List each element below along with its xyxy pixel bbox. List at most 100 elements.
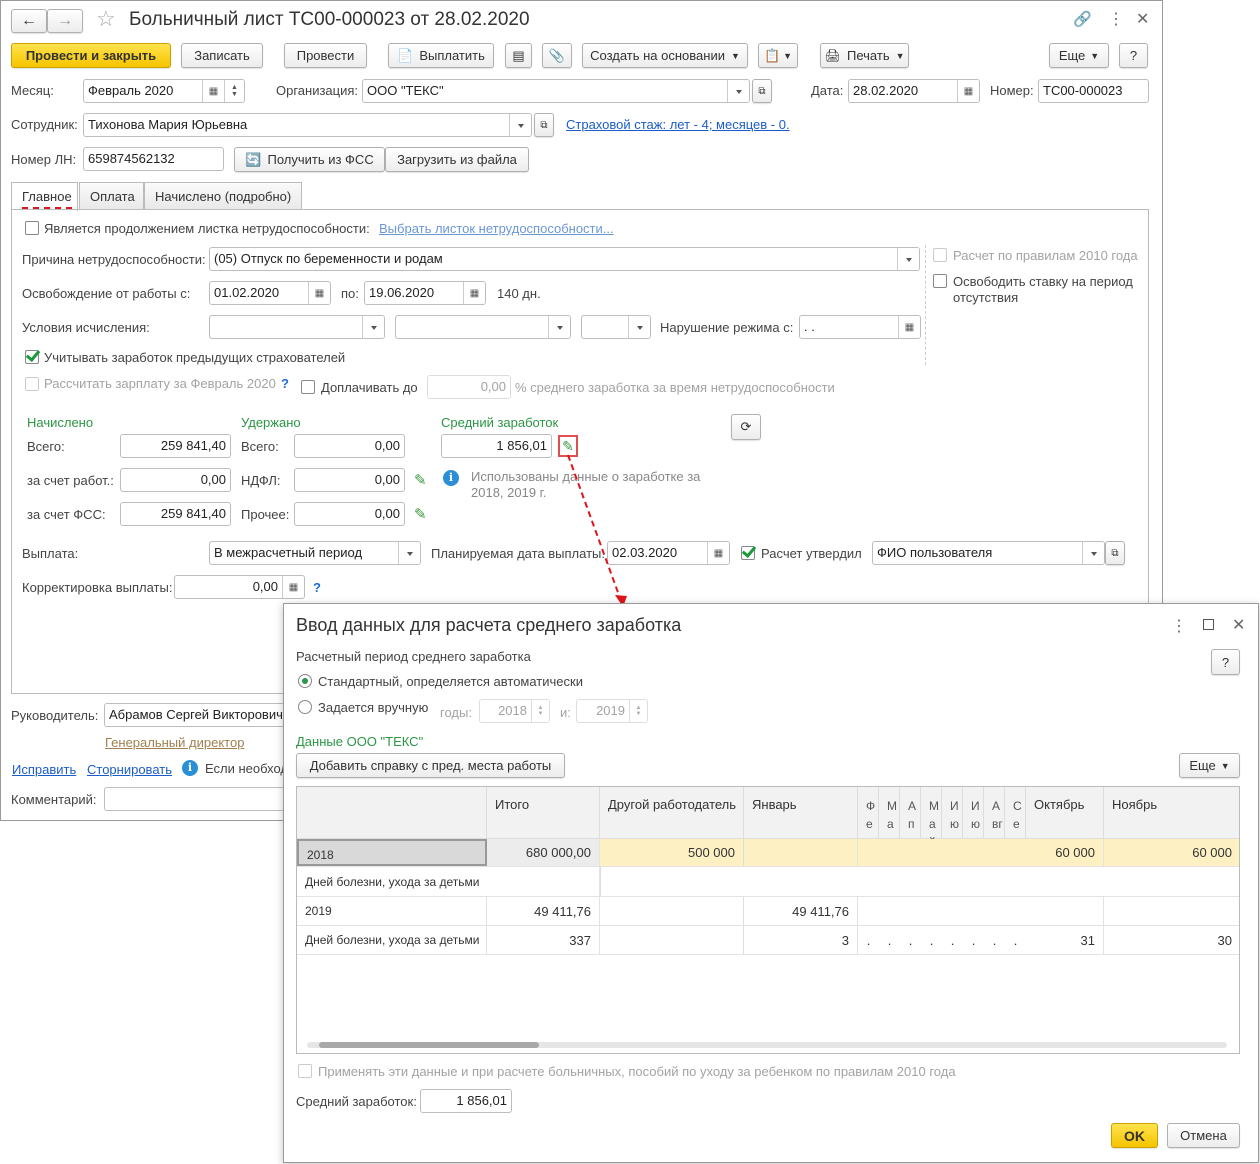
violation-date-field[interactable]: . . ▦ bbox=[799, 315, 921, 339]
post-button[interactable]: Провести bbox=[284, 43, 367, 68]
column-header[interactable]: Апрель bbox=[900, 787, 921, 839]
correction-field[interactable]: 0,00 ▦ bbox=[174, 575, 305, 599]
calendar-icon[interactable]: ▦ bbox=[707, 542, 729, 564]
create-based-on-button[interactable]: Создать на основании ▼ bbox=[582, 43, 748, 68]
save-button[interactable]: Записать bbox=[181, 43, 263, 68]
dialog-more-button[interactable]: Еще ▼ bbox=[1179, 753, 1240, 778]
report-icon-button[interactable]: 📋 ▼ bbox=[758, 43, 798, 68]
free-rate-checkbox[interactable] bbox=[933, 274, 947, 288]
horizontal-scrollbar[interactable] bbox=[307, 1042, 1227, 1048]
manual-radio[interactable] bbox=[298, 700, 312, 714]
get-from-fss-button[interactable]: 🔄 Получить из ФСС bbox=[234, 147, 385, 172]
dropdown-icon[interactable] bbox=[628, 316, 650, 338]
dropdown-icon[interactable] bbox=[398, 542, 420, 564]
tab-payment[interactable]: Оплата bbox=[79, 182, 144, 210]
year2-field[interactable]: 2019 ▲ ▼ bbox=[576, 699, 648, 723]
maximize-icon[interactable] bbox=[1203, 619, 1214, 630]
month-spin[interactable]: ▲ ▼ bbox=[224, 80, 244, 102]
column-header[interactable]: Июль bbox=[963, 787, 984, 839]
other-field[interactable]: 0,00 bbox=[294, 502, 405, 526]
ok-button[interactable]: OK bbox=[1111, 1123, 1158, 1148]
help-button[interactable]: ? bbox=[1211, 649, 1240, 675]
more-icon[interactable]: ⋮ bbox=[1108, 9, 1124, 29]
year1-field[interactable]: 2018 ▲ ▼ bbox=[479, 699, 550, 723]
calendar-icon[interactable]: ▦ bbox=[463, 282, 485, 304]
rules-2010-checkbox[interactable] bbox=[933, 248, 947, 262]
table-row[interactable]: 2018 680 000,00 500 000 60 000 60 000 bbox=[297, 839, 1239, 867]
condition-2-select[interactable] bbox=[395, 315, 571, 339]
help-icon[interactable]: ? bbox=[313, 580, 321, 595]
approved-checkbox[interactable] bbox=[741, 546, 755, 560]
tab-main[interactable]: Главное bbox=[11, 182, 78, 211]
cancel-button[interactable]: Отмена bbox=[1167, 1123, 1240, 1148]
calc-salary-checkbox[interactable] bbox=[25, 377, 39, 391]
payout-select[interactable]: В межрасчетный период bbox=[209, 541, 421, 565]
apply-2010-checkbox[interactable] bbox=[298, 1064, 312, 1078]
load-from-file-button[interactable]: Загрузить из файла bbox=[385, 147, 529, 172]
open-org-button[interactable]: ⧉ bbox=[752, 79, 772, 103]
add-certificate-button[interactable]: Добавить справку с пред. места работы bbox=[296, 753, 565, 778]
post-and-close-button[interactable]: Провести и закрыть bbox=[11, 43, 171, 68]
release-to-field[interactable]: 19.06.2020 ▦ bbox=[364, 281, 486, 305]
column-header[interactable]: Февраль bbox=[858, 787, 879, 839]
column-header[interactable]: Октябрь bbox=[1026, 787, 1104, 839]
dropdown-icon[interactable] bbox=[1082, 542, 1104, 564]
date-field[interactable]: 28.02.2020 ▦ bbox=[848, 79, 980, 103]
dropdown-icon[interactable] bbox=[897, 248, 919, 270]
more-button[interactable]: Еще ▼ bbox=[1049, 43, 1109, 68]
extra-pay-checkbox[interactable] bbox=[301, 380, 315, 394]
avg-earnings-field[interactable]: 1 856,01 bbox=[441, 434, 552, 458]
pencil-icon[interactable]: ✎ bbox=[414, 471, 427, 489]
reverse-link[interactable]: Сторнировать bbox=[87, 762, 172, 777]
list-icon-button[interactable]: ▤ bbox=[505, 43, 532, 68]
reason-field[interactable]: (05) Отпуск по беременности и родам bbox=[209, 247, 920, 271]
condition-3-select[interactable] bbox=[581, 315, 651, 339]
column-header[interactable]: Итого bbox=[487, 787, 600, 839]
column-header[interactable]: Июнь bbox=[942, 787, 963, 839]
condition-1-select[interactable] bbox=[209, 315, 385, 339]
print-button[interactable]: 🖨 Печать ▼ bbox=[820, 43, 909, 68]
scrollbar-thumb[interactable] bbox=[319, 1042, 539, 1048]
number-field[interactable]: ТС00-000023 bbox=[1038, 79, 1149, 103]
column-header[interactable]: Другой работодатель bbox=[600, 787, 744, 839]
extra-pay-field[interactable]: 0,00 bbox=[427, 375, 511, 399]
calendar-icon[interactable]: ▦ bbox=[898, 316, 920, 338]
approved-by-field[interactable]: ФИО пользователя bbox=[872, 541, 1105, 565]
column-header[interactable] bbox=[297, 787, 487, 839]
earnings-table[interactable]: ИтогоДругой работодательЯнварьФевральМар… bbox=[296, 786, 1240, 1054]
column-header[interactable]: Январь bbox=[744, 787, 858, 839]
head-field[interactable]: Абрамов Сергей Викторович bbox=[104, 703, 294, 727]
calendar-icon[interactable]: ▦ bbox=[308, 282, 330, 304]
more-icon[interactable]: ⋮ bbox=[1171, 616, 1187, 636]
insurance-record-link[interactable]: Страховой стаж: лет - 4; месяцев - 0. bbox=[566, 117, 790, 132]
column-header[interactable]: Август bbox=[984, 787, 1005, 839]
release-from-field[interactable]: 01.02.2020 ▦ bbox=[209, 281, 331, 305]
column-header[interactable]: Сентябрь bbox=[1005, 787, 1026, 839]
year2-spin[interactable]: ▲ ▼ bbox=[629, 700, 647, 722]
calendar-icon[interactable]: ▦ bbox=[202, 80, 224, 102]
help-button[interactable]: ? bbox=[1119, 43, 1148, 68]
month-field[interactable]: Февраль 2020 ▦ ▲ ▼ bbox=[83, 79, 245, 103]
ndfl-field[interactable]: 0,00 bbox=[294, 468, 405, 492]
comment-field[interactable] bbox=[104, 787, 294, 811]
employee-field[interactable]: Тихонова Мария Юрьевна bbox=[83, 113, 532, 137]
table-row[interactable]: 2019 49 411,76 49 411,76 bbox=[297, 897, 1239, 926]
column-header[interactable]: Май bbox=[921, 787, 942, 839]
open-employee-button[interactable]: ⧉ bbox=[534, 113, 554, 137]
help-icon[interactable]: ? bbox=[281, 376, 289, 391]
column-header[interactable]: Ноябрь bbox=[1104, 787, 1239, 839]
total-field[interactable]: 259 841,40 bbox=[120, 434, 231, 458]
pay-button[interactable]: 📄 Выплатить bbox=[388, 43, 494, 68]
dropdown-icon[interactable] bbox=[509, 114, 531, 136]
ln-number-field[interactable]: 659874562132 bbox=[83, 147, 224, 171]
calculator-icon[interactable]: ▦ bbox=[282, 576, 304, 598]
close-icon[interactable]: ✕ bbox=[1232, 615, 1245, 635]
dropdown-icon[interactable] bbox=[548, 316, 570, 338]
withheld-total-field[interactable]: 0,00 bbox=[294, 434, 405, 458]
open-approver-button[interactable]: ⧉ bbox=[1105, 541, 1125, 565]
position-link[interactable]: Генеральный директор bbox=[105, 735, 244, 750]
table-row[interactable]: Дней болезни, ухода за детьми 337 3.......… bbox=[297, 926, 1239, 955]
dialog-avg-field[interactable]: 1 856,01 bbox=[420, 1089, 512, 1113]
dropdown-icon[interactable] bbox=[362, 316, 384, 338]
close-icon[interactable]: ✕ bbox=[1136, 9, 1149, 29]
